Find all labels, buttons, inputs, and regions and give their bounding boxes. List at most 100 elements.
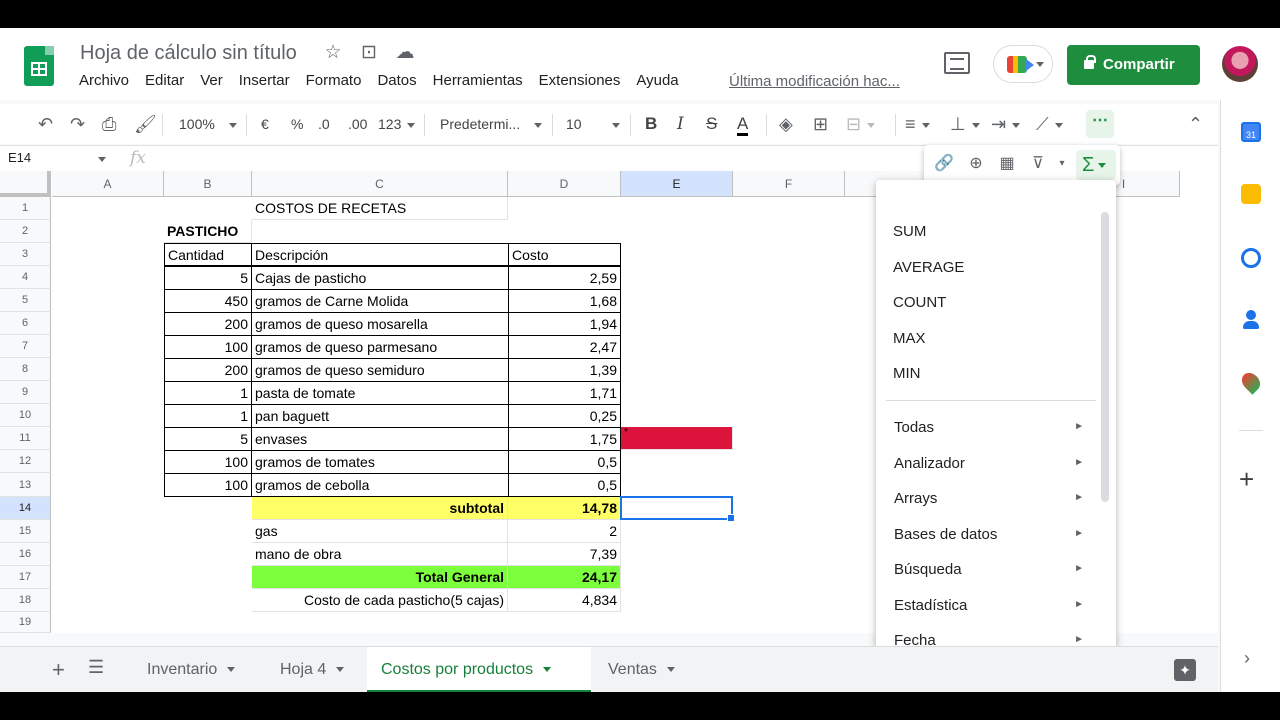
row-header-9[interactable]: 9 [0,381,51,404]
row-header-4[interactable]: 4 [0,266,51,289]
percent-format-button[interactable]: % [291,104,303,144]
menu-archivo[interactable]: Archivo [79,72,129,89]
cell-c-13[interactable]: gramos de cebolla [251,473,509,497]
cell-b-13[interactable]: 100 [164,473,252,497]
menu-herramientas[interactable]: Herramientas [433,72,523,89]
sheets-logo[interactable] [24,46,54,86]
cell-d-13[interactable]: 0,5 [508,473,621,497]
insert-comment-icon[interactable]: ⊕ [966,154,986,174]
print-icon[interactable]: ⎙ [102,104,116,144]
filter-icon[interactable]: ⊽ [1028,154,1048,174]
row-header-15[interactable]: 15 [0,520,51,543]
menu-ver[interactable]: Ver [200,72,223,89]
cell-b-9[interactable]: 1 [164,381,252,405]
tasks-icon[interactable] [1241,248,1261,268]
cell-b-12[interactable]: 100 [164,450,252,474]
collapse-toolbar-icon[interactable]: ⌃ [1188,104,1203,144]
cell-c-6[interactable]: gramos de queso mosarella [251,312,509,336]
italic-icon[interactable]: I [677,104,684,144]
function-min[interactable]: MIN [893,365,921,382]
cell-c-12[interactable]: gramos de tomates [251,450,509,474]
increase-decimal-button[interactable]: .00 [348,104,367,144]
cell-d-12[interactable]: 0,5 [508,450,621,474]
text-color-icon[interactable]: A [737,104,749,136]
fill-color-icon[interactable]: ◈ [779,104,793,144]
cell-e11[interactable]: * [621,427,733,450]
cell-d14[interactable]: 14,78 [508,497,621,520]
more-formats-select[interactable]: 123 [378,104,416,144]
function-category-item[interactable]: Estadística ► [894,597,1084,614]
menu-formato[interactable]: Formato [306,72,362,89]
contacts-icon[interactable] [1241,310,1261,330]
calendar-icon[interactable]: 31 [1241,122,1261,142]
tab-ventas[interactable]: Ventas [594,647,689,692]
keep-icon[interactable] [1241,184,1261,204]
explore-icon[interactable]: ✦ [1174,659,1196,681]
function-count[interactable]: COUNT [893,294,946,311]
all-sheets-icon[interactable]: ☰ [88,657,104,678]
insert-link-icon[interactable]: 🔗 [934,154,954,174]
decrease-decimal-button[interactable]: .0 [318,104,330,144]
cell-c17[interactable]: Total General [252,566,508,589]
row-header-11[interactable]: 11 [0,427,51,450]
cell-c18[interactable]: Costo de cada pasticho(5 cajas) [252,589,508,612]
bold-icon[interactable]: B [645,104,657,144]
column-header-b[interactable]: B [164,171,252,197]
row-header-19[interactable]: 19 [0,612,51,633]
row-header-6[interactable]: 6 [0,312,51,335]
column-header-c[interactable]: C [252,171,508,197]
cell-b3[interactable]: Cantidad [164,243,252,266]
cell-c-4[interactable]: Cajas de pasticho [251,266,509,290]
cell-b-4[interactable]: 5 [164,266,252,290]
row-header-2[interactable]: 2 [0,220,51,243]
zoom-select[interactable]: 100% [179,104,237,144]
share-button[interactable]: Compartir [1067,45,1200,85]
cell-d-10[interactable]: 0,25 [508,404,621,428]
chevron-down-icon[interactable]: ▾ [1052,154,1072,174]
currency-format-button[interactable]: € [261,104,269,144]
cell-d-11[interactable]: 1,75 [508,427,621,451]
row-header-7[interactable]: 7 [0,335,51,358]
cell-d18[interactable]: 4,834 [508,589,621,612]
horizontal-align-icon[interactable]: ≡ [905,104,930,144]
cell-d-8[interactable]: 1,39 [508,358,621,382]
cell-c-8[interactable]: gramos de queso semiduro [251,358,509,382]
move-folder-icon[interactable]: ⊡ [358,42,380,64]
row-header-3[interactable]: 3 [0,243,51,266]
select-all-corner[interactable] [0,171,51,197]
function-sum[interactable]: SUM [893,223,926,240]
cell-d15[interactable]: 2 [508,520,621,543]
cell-d-6[interactable]: 1,94 [508,312,621,336]
cell-c1[interactable]: COSTOS DE RECETAS [252,197,508,220]
cell-d-4[interactable]: 2,59 [508,266,621,290]
text-rotation-icon[interactable]: ⟋ [1036,104,1063,144]
text-wrap-icon[interactable]: ⇥ [991,104,1021,144]
name-box[interactable]: E14 [8,150,31,165]
last-modified-link[interactable]: Última modificación hac... [729,73,900,90]
cell-b-10[interactable]: 1 [164,404,252,428]
cell-c14[interactable]: subtotal [252,497,508,520]
add-addon-icon[interactable]: + [1239,464,1254,495]
cell-b-6[interactable]: 200 [164,312,252,336]
cell-b-8[interactable]: 200 [164,358,252,382]
cell-d-9[interactable]: 1,71 [508,381,621,405]
cell-d-5[interactable]: 1,68 [508,289,621,313]
cell-c-9[interactable]: pasta de tomate [251,381,509,405]
cell-b-11[interactable]: 5 [164,427,252,451]
row-header-16[interactable]: 16 [0,543,51,566]
column-header-a[interactable]: A [52,171,164,197]
menu-ayuda[interactable]: Ayuda [636,72,678,89]
add-sheet-icon[interactable]: + [52,657,65,683]
function-category-item[interactable]: Arrays ► [894,490,1084,507]
function-category-item[interactable]: Analizador ► [894,455,1084,472]
row-header-14[interactable]: 14 [0,497,51,520]
cell-c-11[interactable]: envases [251,427,509,451]
function-category-item[interactable]: Búsqueda ► [894,561,1084,578]
insert-chart-icon[interactable]: ▦ [997,154,1017,174]
row-header-12[interactable]: 12 [0,450,51,473]
cell-d17[interactable]: 24,17 [508,566,621,589]
menu-datos[interactable]: Datos [377,72,416,89]
row-header-1[interactable]: 1 [0,197,51,220]
function-average[interactable]: AVERAGE [893,259,964,276]
menu-scrollbar[interactable] [1101,212,1109,502]
